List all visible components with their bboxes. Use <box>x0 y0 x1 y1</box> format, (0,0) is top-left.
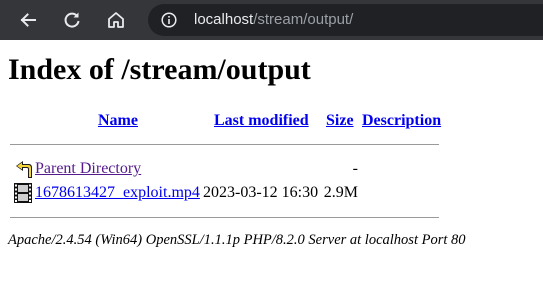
browser-toolbar: localhost/stream/output/ <box>0 0 543 40</box>
table-row: Parent Directory - <box>10 158 440 180</box>
page-title: Index of /stream/output <box>8 53 311 86</box>
back-arrow-icon <box>20 13 36 27</box>
row-last-modified: 2023-03-12 16:30 <box>203 184 319 201</box>
column-header-name[interactable]: Name <box>98 112 138 130</box>
info-icon[interactable] <box>161 12 177 28</box>
address-bar[interactable]: localhost/stream/output/ <box>148 4 543 36</box>
back-button[interactable] <box>16 8 40 32</box>
row-size: 2.9M <box>323 184 358 201</box>
url-host: localhost <box>194 11 254 28</box>
back-folder-icon <box>16 161 32 178</box>
home-icon <box>108 12 124 28</box>
row-size: - <box>352 160 358 177</box>
divider-bottom <box>10 217 439 218</box>
movie-icon <box>14 183 32 203</box>
reload-button[interactable] <box>60 8 84 32</box>
page-content: Index of /stream/output Name Last modifi… <box>0 40 543 282</box>
table-row: 1678613427_exploit.mp4 2023-03-12 16:30 … <box>10 182 440 204</box>
home-button[interactable] <box>104 8 128 32</box>
column-header-last-modified[interactable]: Last modified <box>214 112 309 130</box>
url-path: /stream/output/ <box>253 11 354 28</box>
column-header-size[interactable]: Size <box>326 112 354 130</box>
reload-icon <box>64 12 80 28</box>
file-link[interactable]: 1678613427_exploit.mp4 <box>35 184 200 202</box>
parent-directory-link[interactable]: Parent Directory <box>35 160 141 178</box>
column-header-description[interactable]: Description <box>362 112 441 130</box>
divider-top <box>10 144 439 145</box>
url-text[interactable]: localhost/stream/output/ <box>194 11 353 28</box>
server-signature: Apache/2.4.54 (Win64) OpenSSL/1.1.1p PHP… <box>8 232 466 248</box>
